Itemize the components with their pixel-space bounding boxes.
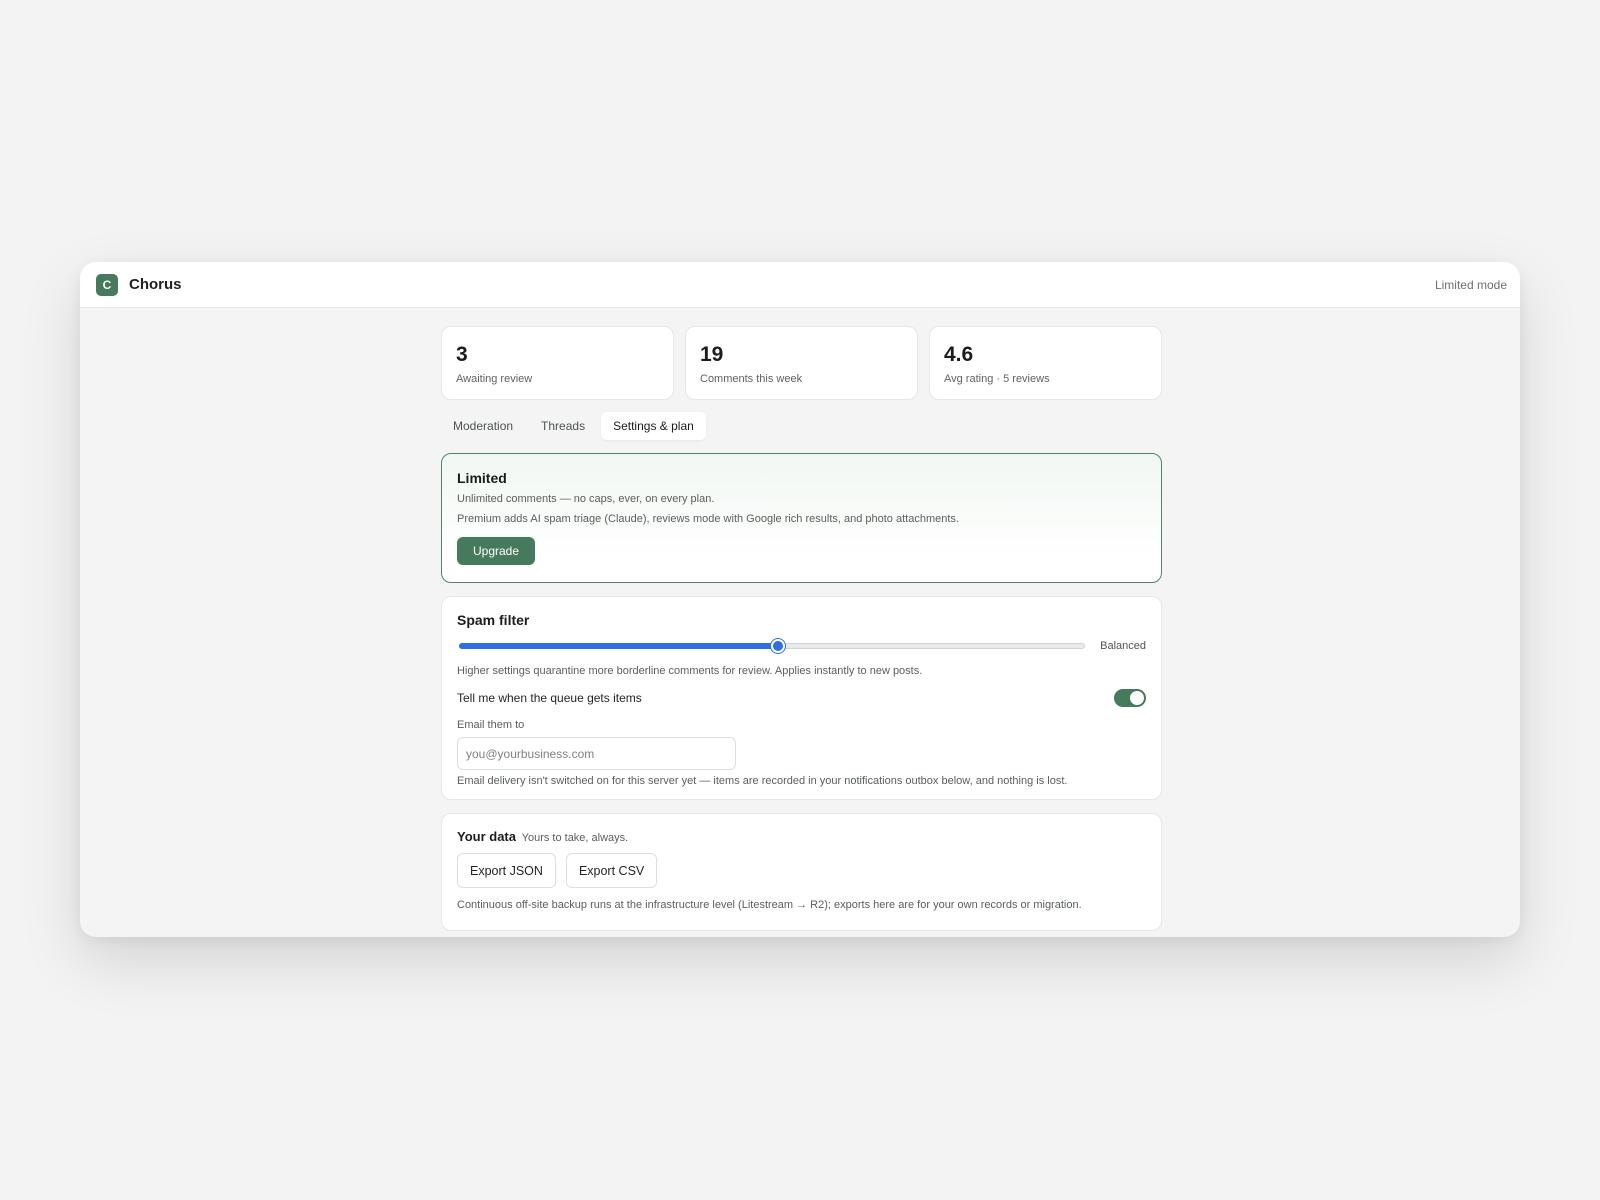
app-window: C Chorus Limited mode 3 Awaiting review …	[80, 262, 1520, 937]
tab-bar: Moderation Threads Settings & plan	[441, 412, 1162, 440]
plan-description: Unlimited comments — no caps, ever, on e…	[457, 493, 715, 505]
stats-row: 3 Awaiting review 19 Comments this week …	[441, 326, 1162, 400]
queue-notify-row: Tell me when the queue gets items	[457, 689, 1146, 707]
your-data-subtitle: Yours to take, always.	[521, 832, 629, 844]
stat-value: 19	[700, 343, 724, 366]
stat-comments-this-week: 19 Comments this week	[685, 326, 918, 400]
stat-awaiting-review: 3 Awaiting review	[441, 326, 674, 400]
spam-sensitivity-slider[interactable]	[457, 639, 1087, 653]
stat-label: Comments this week	[700, 373, 803, 385]
export-json-button[interactable]: Export JSON	[457, 853, 556, 888]
main-content: 3 Awaiting review 19 Comments this week …	[441, 326, 1162, 931]
spam-filter-title: Spam filter	[457, 612, 530, 628]
queue-notify-label: Tell me when the queue gets items	[457, 691, 642, 705]
email-field-label: Email them to	[457, 719, 525, 731]
stat-value: 4.6	[944, 343, 974, 366]
upgrade-button[interactable]: Upgrade	[457, 537, 536, 565]
stat-value: 3	[456, 343, 468, 366]
stat-avg-rating: 4.6 Avg rating · 5 reviews	[929, 326, 1162, 400]
backup-help: Continuous off-site backup runs at the i…	[457, 899, 1082, 911]
email-field[interactable]	[457, 737, 736, 770]
your-data-heading: Your data Yours to take, always.	[457, 829, 1146, 844]
spam-filter-help: Higher settings quarantine more borderli…	[457, 665, 923, 677]
stat-label: Avg rating · 5 reviews	[944, 373, 1050, 385]
export-csv-button[interactable]: Export CSV	[565, 853, 658, 888]
tab-settings-plan[interactable]: Settings & plan	[601, 412, 706, 440]
your-data-card: Your data Yours to take, always. Export …	[441, 813, 1162, 931]
spam-filter-card: Spam filter Balanced Higher settings qua…	[441, 596, 1162, 800]
mode-indicator: Limited mode	[1434, 277, 1507, 292]
your-data-title: Your data	[457, 829, 516, 844]
tab-threads[interactable]: Threads	[529, 412, 597, 440]
slider-thumb[interactable]	[771, 639, 786, 653]
stat-label: Awaiting review	[456, 373, 533, 385]
app-logo: C	[96, 273, 118, 296]
email-delivery-help: Email delivery isn't switched on for thi…	[457, 775, 1068, 787]
export-buttons: Export JSON Export CSV	[457, 853, 1146, 888]
slider-fill	[459, 643, 779, 649]
plan-premium-description: Premium adds AI spam triage (Claude), re…	[457, 513, 959, 525]
app-title: Chorus	[129, 276, 182, 293]
slider-value-label: Balanced	[1100, 640, 1146, 652]
plan-card: Limited Unlimited comments — no caps, ev…	[441, 453, 1162, 583]
tab-moderation[interactable]: Moderation	[441, 412, 525, 440]
spam-slider-row: Balanced	[457, 636, 1146, 656]
top-bar: C Chorus Limited mode	[80, 262, 1520, 308]
plan-title: Limited	[457, 470, 507, 486]
toggle-knob	[1130, 691, 1144, 705]
queue-notify-toggle[interactable]	[1114, 689, 1146, 707]
